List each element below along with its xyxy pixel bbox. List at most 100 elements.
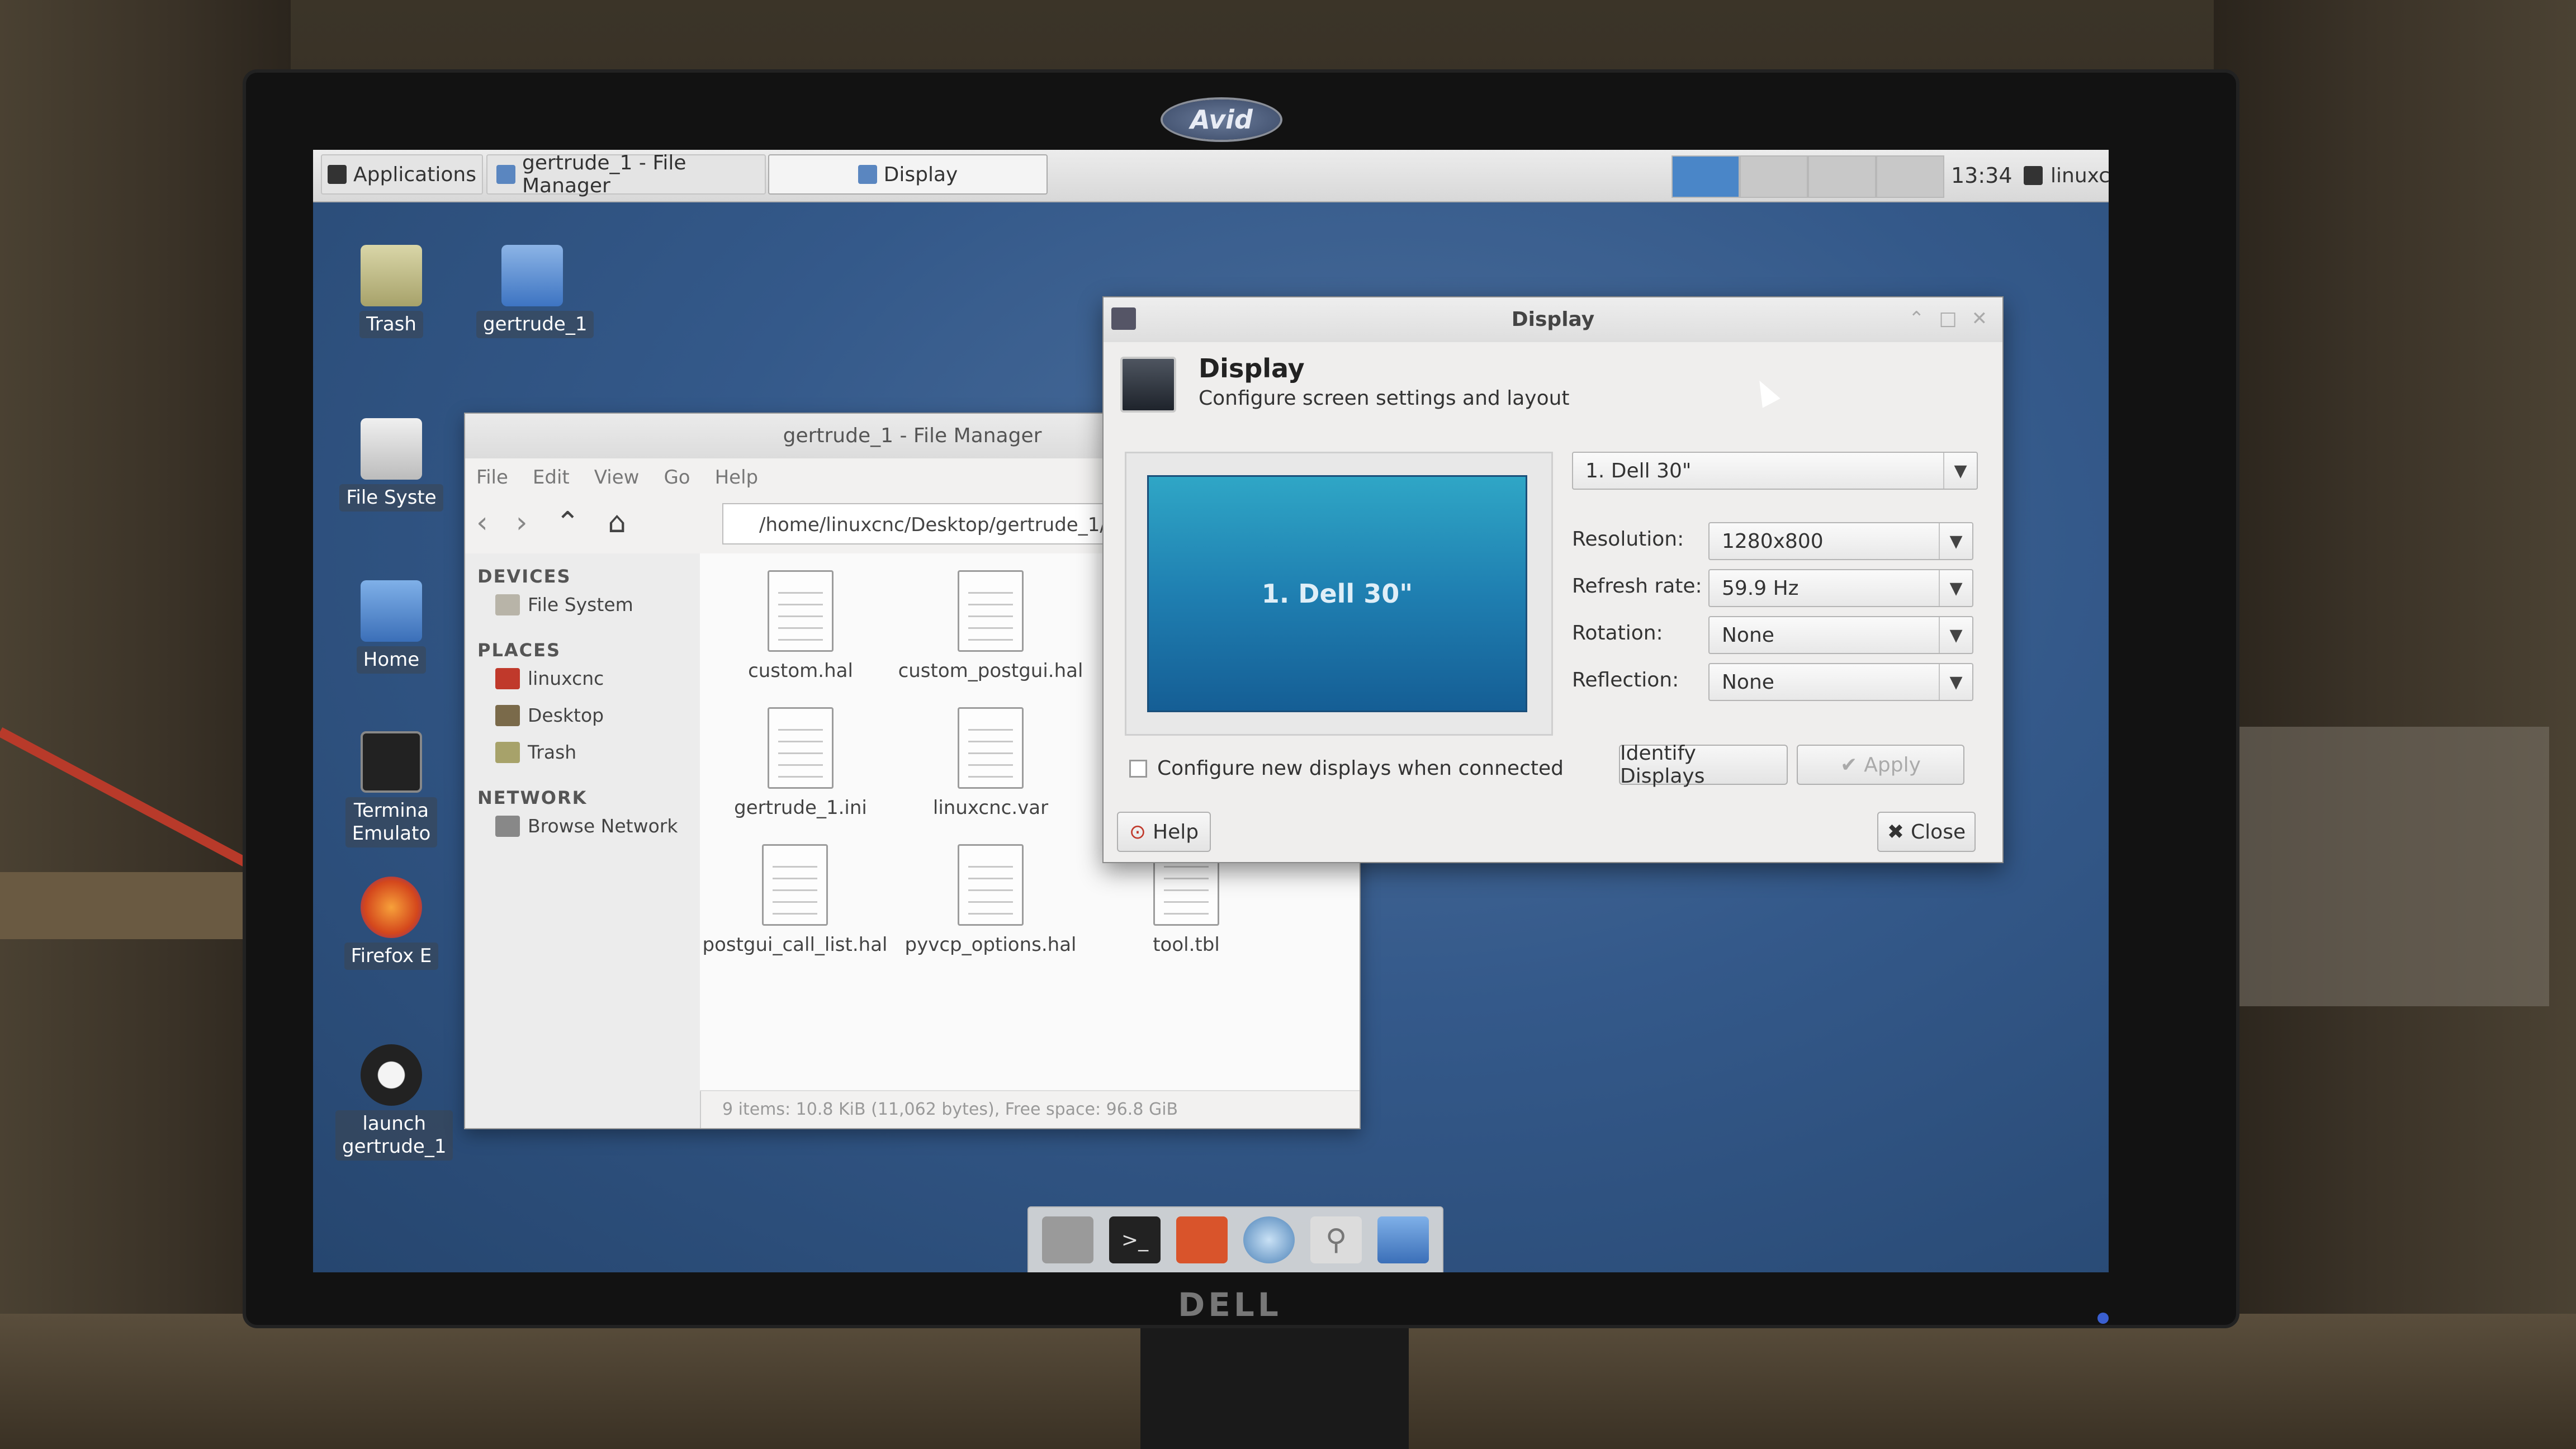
file-name: custom_postgui.hal (898, 660, 1083, 682)
close-button[interactable]: ✖ Close (1877, 812, 1976, 852)
file-manager-icon[interactable] (1176, 1216, 1228, 1263)
menu-edit[interactable]: Edit (533, 461, 570, 494)
menu-file[interactable]: File (476, 461, 508, 494)
sidebar-heading-devices: DEVICES (477, 566, 571, 587)
tux-icon (361, 1044, 422, 1106)
sidebar-item-label: linuxcnc (528, 667, 604, 689)
applications-label: Applications (353, 163, 476, 186)
sidebar-item-desktop[interactable]: Desktop (495, 704, 604, 726)
apply-button[interactable]: ✔ Apply (1797, 745, 1964, 785)
chevron-down-icon: ▼ (1939, 664, 1972, 700)
chevron-down-icon: ▼ (1939, 570, 1972, 606)
taskbar-display[interactable]: Display (768, 154, 1048, 195)
folder-icon (496, 165, 515, 184)
document-icon (958, 707, 1024, 789)
web-browser-icon[interactable] (1243, 1216, 1295, 1263)
checkmark-icon: ✔ (1840, 753, 1858, 776)
checkbox-label: Configure new displays when connected (1157, 757, 1564, 780)
firefox-icon (361, 877, 422, 938)
file-item[interactable]: gertrude_1.ini (700, 707, 901, 819)
file-name: custom.hal (748, 660, 853, 682)
refresh-rate-select[interactable]: 59.9 Hz ▼ (1708, 569, 1973, 607)
resolution-select[interactable]: 1280x800 ▼ (1708, 522, 1973, 560)
sidebar-item-linuxcnc[interactable]: linuxcnc (495, 667, 604, 689)
file-item[interactable]: custom_postgui.hal (890, 570, 1091, 682)
workspace-4[interactable] (1876, 155, 1944, 198)
avid-logo: Avid (1163, 100, 1280, 140)
desktop-icon-trash[interactable]: Trash (335, 245, 447, 338)
workspace-1[interactable] (1671, 155, 1740, 198)
identify-displays-button[interactable]: Identify Displays (1619, 742, 1788, 788)
dialog-subheading: Configure screen settings and layout (1199, 387, 1570, 410)
workspace-2[interactable] (1740, 155, 1808, 198)
button-label: Apply (1864, 753, 1921, 776)
file-item[interactable]: linuxcnc.var (890, 707, 1091, 819)
desktop-icon-terminal[interactable]: Termina Emulato (335, 731, 447, 847)
user-menu[interactable]: linuxcnc (2024, 154, 2109, 197)
drive-icon (495, 594, 520, 615)
desktop-icon-home[interactable]: Home (335, 580, 447, 674)
reflection-select[interactable]: None ▼ (1708, 663, 1973, 701)
drive-icon (361, 418, 422, 480)
rotation-value: None (1722, 624, 1774, 647)
configure-new-displays-checkbox[interactable]: Configure new displays when connected (1129, 757, 1564, 780)
refresh-rate-value: 59.9 Hz (1722, 577, 1799, 600)
menu-go[interactable]: Go (664, 461, 690, 494)
desktop-icon (495, 704, 520, 726)
file-name: linuxcnc.var (932, 797, 1049, 819)
help-button[interactable]: ⊙ Help (1117, 812, 1211, 852)
sidebar-item-label: File System (528, 594, 633, 615)
folder-icon[interactable] (1377, 1216, 1429, 1263)
file-item[interactable]: pyvcp_options.hal (890, 844, 1091, 956)
dialog-header: Display Configure screen settings and la… (1199, 353, 1570, 410)
dialog-titlebar[interactable]: Display (1104, 297, 2002, 342)
sidebar-item-file-system[interactable]: File System (495, 594, 633, 615)
search-icon[interactable]: ⚲ (1310, 1216, 1362, 1263)
desktop-icon-filesystem[interactable]: File Syste (335, 418, 447, 512)
taskbar-label: Display (883, 163, 958, 186)
document-icon (768, 570, 834, 652)
dialog-heading: Display (1199, 353, 1305, 383)
maximize-icon[interactable]: □ (1939, 307, 1957, 330)
minimize-icon[interactable]: ⌃ (1909, 307, 1925, 330)
up-arrow-icon[interactable]: ⌃ (556, 506, 580, 539)
sidebar-item-trash[interactable]: Trash (495, 741, 576, 763)
display-preview[interactable]: 1. Dell 30" (1147, 475, 1527, 712)
top-panel: Applications gertrude_1 - File Manager D… (313, 150, 2109, 202)
power-led[interactable] (2097, 1313, 2109, 1324)
sidebar-item-label: Trash (528, 741, 577, 763)
file-item[interactable]: custom.hal (700, 570, 901, 682)
file-item[interactable]: postgui_call_list.hal (700, 844, 890, 956)
sidebar-item-browse-network[interactable]: Browse Network (495, 815, 678, 837)
desktop-icon-label: Trash (359, 311, 423, 338)
display-icon (1111, 307, 1136, 330)
desktop-icon-label: Termina Emulato (345, 797, 438, 847)
chevron-down-icon: ▼ (1939, 523, 1972, 559)
desktop-icon-firefox[interactable]: Firefox E (335, 877, 447, 970)
checkbox-box[interactable] (1129, 759, 1147, 778)
close-icon[interactable]: ✕ (1972, 307, 1988, 330)
output-select[interactable]: 1. Dell 30" ▼ (1572, 452, 1978, 490)
panel-clock[interactable]: 13:34 (1951, 154, 2012, 197)
back-arrow-icon[interactable]: ‹ (476, 506, 488, 539)
equipment-box (2236, 727, 2549, 1006)
menu-help[interactable]: Help (715, 461, 759, 494)
applications-menu-button[interactable]: Applications (321, 154, 483, 195)
user-name: linuxcnc (2051, 164, 2109, 187)
show-desktop-icon[interactable] (1042, 1216, 1093, 1263)
sidebar-heading-network: NETWORK (477, 787, 588, 808)
screen: Applications gertrude_1 - File Manager D… (313, 150, 2109, 1272)
network-icon (2024, 166, 2043, 185)
rotation-select[interactable]: None ▼ (1708, 616, 1973, 654)
desktop-icon-launch[interactable]: launch gertrude_1 (335, 1044, 453, 1161)
terminal-icon[interactable]: >_ (1109, 1216, 1161, 1263)
home-icon[interactable]: ⌂ (608, 506, 626, 539)
output-select-value: 1. Dell 30" (1585, 460, 1692, 482)
display-icon (858, 165, 877, 184)
forward-arrow-icon[interactable]: › (516, 506, 528, 539)
menu-view[interactable]: View (594, 461, 640, 494)
sidebar-item-label: Desktop (528, 704, 604, 726)
desktop-icon-gertrude[interactable]: gertrude_1 (476, 245, 594, 338)
taskbar-file-manager[interactable]: gertrude_1 - File Manager (486, 151, 766, 197)
workspace-3[interactable] (1808, 155, 1876, 198)
